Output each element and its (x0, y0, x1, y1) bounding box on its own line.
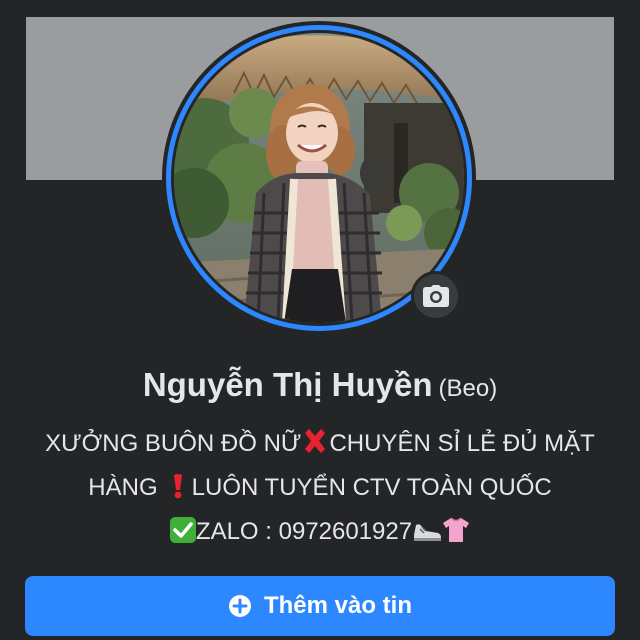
camera-icon (423, 285, 449, 307)
bio-text: HÀNG (88, 474, 158, 501)
bio-text: XƯỞNG BUÔN ĐỒ NỮ (45, 430, 302, 457)
profile-name: Nguyễn Thị Huyền (142, 366, 433, 403)
bio-text: LUÔN TUYỂN CTV TOÀN QUỐC (191, 474, 552, 501)
zalo-contact: ZALO : 0972601927 (195, 518, 413, 545)
shirt-emoji (442, 517, 470, 550)
profile-name-line: Nguyễn Thị Huyền (Beo) (0, 366, 640, 404)
bio-line-1: XƯỞNG BUÔN ĐỒ NỮ CHUYÊN SỈ LẺ ĐỦ MẶT (20, 427, 620, 462)
cross-mark-emoji (301, 427, 329, 462)
add-to-story-label: Thêm vào tin (263, 592, 413, 619)
exclamation-emoji (171, 473, 185, 506)
profile-screen: Nguyễn Thị Huyền (Beo) XƯỞNG BUÔN ĐỒ NỮ CH… (0, 0, 640, 640)
bio-line-2: HÀNG LUÔN TUYỂN CTV TOÀN QUỐC (20, 473, 620, 506)
plus-circle-icon (228, 595, 251, 617)
bio-line-3: ZALO : 0972601927 (20, 517, 620, 550)
bio-text: CHUYÊN SỈ LẺ ĐỦ MẶT (329, 430, 595, 457)
sneaker-emoji (412, 519, 442, 550)
change-photo-button[interactable] (411, 271, 461, 321)
add-to-story-button[interactable]: Thêm vào tin (25, 576, 615, 636)
alternate-name: (Beo) (438, 375, 498, 402)
check-mark-emoji (169, 517, 196, 550)
